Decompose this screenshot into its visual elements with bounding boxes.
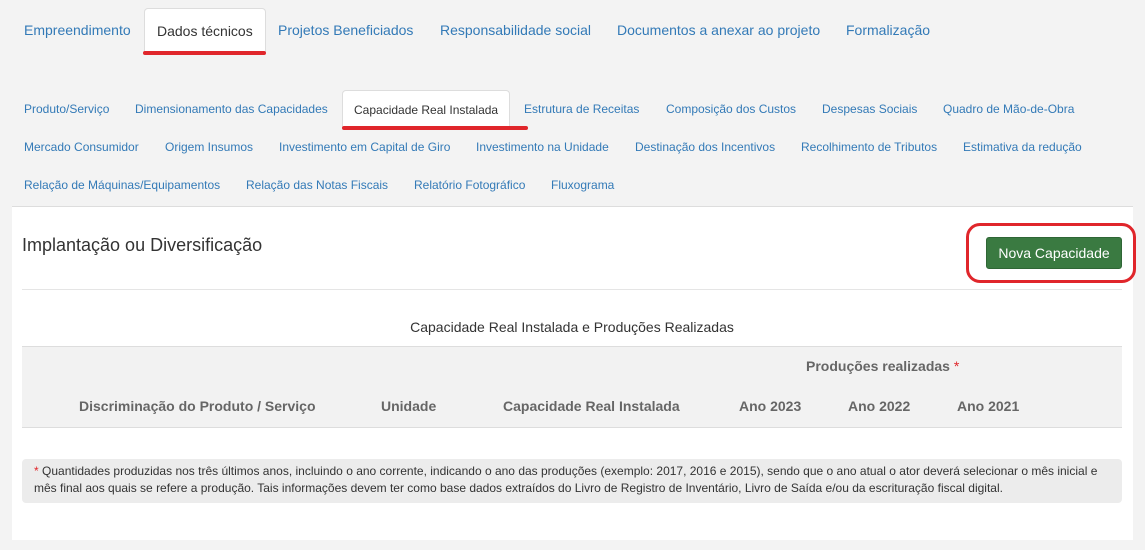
tab-empreendimento[interactable]: Empreendimento xyxy=(24,8,131,52)
required-mark: * xyxy=(953,358,960,374)
col-unidade: Unidade xyxy=(381,398,437,414)
subtab-capacidade-real[interactable]: Capacidade Real Instalada xyxy=(342,90,511,128)
subtab-origem-insumos[interactable]: Origem Insumos xyxy=(165,128,253,166)
divider xyxy=(22,289,1122,290)
footnote: * Quantidades produzidas nos três último… xyxy=(22,459,1122,503)
nova-capacidade-button[interactable]: Nova Capacidade xyxy=(986,237,1122,269)
subtab-notas-fiscais[interactable]: Relação das Notas Fiscais xyxy=(246,166,388,204)
active-tab-highlight xyxy=(143,51,266,55)
subtab-despesas-sociais[interactable]: Despesas Sociais xyxy=(822,90,917,128)
subtab-mao-de-obra[interactable]: Quadro de Mão-de-Obra xyxy=(943,90,1074,128)
subtab-estimativa-reducao[interactable]: Estimativa da redução xyxy=(963,128,1082,166)
subtab-dimensionamento[interactable]: Dimensionamento das Capacidades xyxy=(135,90,328,128)
tab-formalizacao[interactable]: Formalização xyxy=(846,8,930,52)
active-subtab-highlight xyxy=(342,126,528,130)
subtab-mercado-consumidor[interactable]: Mercado Consumidor xyxy=(24,128,139,166)
col-ano-2021: Ano 2021 xyxy=(957,398,1020,414)
group-header-producoes: Produções realizadas * xyxy=(806,358,959,374)
table-header: Produções realizadas * Discriminação do … xyxy=(22,346,1122,428)
section-title: Implantação ou Diversificação xyxy=(22,235,263,255)
footnote-text: Quantidades produzidas nos três últimos … xyxy=(34,464,1098,495)
tab-dados-tecnicos[interactable]: Dados técnicos xyxy=(144,8,266,52)
col-capacidade-real: Capacidade Real Instalada xyxy=(503,398,680,414)
subtab-produto-servico[interactable]: Produto/Serviço xyxy=(24,90,109,128)
table-caption: Capacidade Real Instalada e Produções Re… xyxy=(410,319,734,335)
content-panel: Implantação ou Diversificação Nova Capac… xyxy=(12,206,1136,540)
subtab-relatorio-fotografico[interactable]: Relatório Fotográfico xyxy=(414,166,525,204)
subtab-estrutura-receitas[interactable]: Estrutura de Receitas xyxy=(524,90,639,128)
subtab-investimento-unidade[interactable]: Investimento na Unidade xyxy=(476,128,609,166)
col-ano-2023: Ano 2023 xyxy=(739,398,802,414)
tab-projetos-beneficiados[interactable]: Projetos Beneficiados xyxy=(278,8,413,52)
subtab-maquinas[interactable]: Relação de Máquinas/Equipamentos xyxy=(24,166,220,204)
col-ano-2022: Ano 2022 xyxy=(848,398,911,414)
group-header-label: Produções realizadas xyxy=(806,358,950,374)
subtab-capital-giro[interactable]: Investimento em Capital de Giro xyxy=(279,128,450,166)
subtab-destinacao-incentivos[interactable]: Destinação dos Incentivos xyxy=(635,128,775,166)
sub-tabs: Produto/Serviço Dimensionamento das Capa… xyxy=(12,90,1132,206)
subtab-recolhimento-tributos[interactable]: Recolhimento de Tributos xyxy=(801,128,937,166)
col-discriminacao: Discriminação do Produto / Serviço xyxy=(79,398,316,414)
tab-responsabilidade-social[interactable]: Responsabilidade social xyxy=(440,8,591,52)
footnote-mark: * xyxy=(34,464,39,478)
subtab-fluxograma[interactable]: Fluxograma xyxy=(551,166,614,204)
top-tabs: Empreendimento Dados técnicos Projetos B… xyxy=(12,8,1132,52)
subtab-composicao-custos[interactable]: Composição dos Custos xyxy=(666,90,796,128)
tab-documentos[interactable]: Documentos a anexar ao projeto xyxy=(617,8,820,52)
